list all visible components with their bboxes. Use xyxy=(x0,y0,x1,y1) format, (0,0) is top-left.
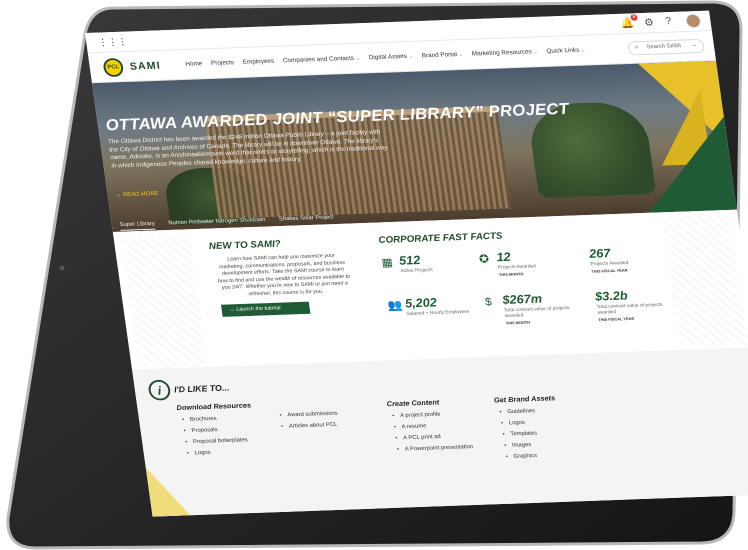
new-to-sami: NEW TO SAMI? Learn how SAMI can help you… xyxy=(208,237,355,317)
tablet-stage: ⋮⋮⋮ 🔔 9 ⚙ ? PCL SAMI Home Projects Emplo… xyxy=(0,0,748,550)
fact-sub: THIS FISCAL YEAR xyxy=(598,316,635,323)
brand-title: Get Brand Assets xyxy=(493,393,556,405)
green-shape xyxy=(636,116,737,213)
launch-tutorial-button[interactable]: → Launch the tutorial xyxy=(220,301,311,317)
link-proposal-boilerplates[interactable]: Proposal boilerplates xyxy=(187,437,256,445)
intro-section: NEW TO SAMI? Learn how SAMI can help you… xyxy=(112,209,748,370)
link-print-ad[interactable]: A PCL print ad xyxy=(397,433,472,441)
link-project-profile[interactable]: A project profile xyxy=(394,411,469,419)
link-award-submissions[interactable]: Award submissions xyxy=(281,411,338,419)
notification-badge: 9 xyxy=(630,14,638,21)
fact-value: 512 xyxy=(398,252,422,268)
nav-links: Home Projects Employees Companies and Co… xyxy=(185,47,586,68)
search-input[interactable]: ⌕ Search SAMI → xyxy=(627,38,706,56)
link-guidelines[interactable]: Guidelines xyxy=(501,408,557,416)
create-title: Create Content xyxy=(386,397,440,409)
new-to-sami-title: NEW TO SAMI? xyxy=(208,239,282,252)
link-templates[interactable]: Templates xyxy=(504,430,560,438)
brand-name[interactable]: SAMI xyxy=(129,60,161,72)
hero-banner: OTTAWA AWARDED JOINT “SUPER LIBRARY” PRO… xyxy=(92,60,737,233)
people-icon: 👥 xyxy=(386,298,404,312)
fact-item: $ $267m Total contract value of projects… xyxy=(484,290,572,325)
building-icon: ▦ xyxy=(380,255,394,270)
nav-home[interactable]: Home xyxy=(185,61,203,68)
fast-facts-title: CORPORATE FAST FACTS xyxy=(377,231,504,246)
fact-value: $267m xyxy=(501,291,543,307)
gear-icon[interactable]: ⚙ xyxy=(643,16,654,29)
arrow-right-icon[interactable]: → xyxy=(690,42,698,49)
brand-assets: Get Brand Assets Guidelines Logos Templa… xyxy=(493,394,564,466)
fact-label: Total contract value of projects awarded xyxy=(503,305,571,319)
nav-digital-assets[interactable]: Digital Assets⌄ xyxy=(368,53,413,61)
fact-item: 267 Projects Awarded THIS FISCAL YEAR xyxy=(571,244,659,274)
link-logos[interactable]: Logos xyxy=(188,448,257,456)
pattern-decoration xyxy=(661,215,748,349)
fact-sub: THIS MONTH xyxy=(498,271,524,278)
nav-projects[interactable]: Projects xyxy=(211,59,235,66)
fact-value: 12 xyxy=(495,249,512,265)
pattern-decoration xyxy=(121,234,208,368)
link-resume[interactable]: A resume xyxy=(396,422,471,430)
fact-value: 5,202 xyxy=(404,295,438,311)
screen: ⋮⋮⋮ 🔔 9 ⚙ ? PCL SAMI Home Projects Emplo… xyxy=(85,10,748,517)
link-proposals[interactable]: Proposals xyxy=(185,426,254,434)
fact-sub: THIS MONTH xyxy=(505,319,531,326)
fact-sub: THIS FISCAL YEAR xyxy=(591,267,628,274)
nav-employees[interactable]: Employees xyxy=(242,58,274,66)
info-icon: i xyxy=(147,379,172,401)
pcl-logo[interactable]: PCL xyxy=(102,57,125,78)
fact-item: ▦ 512 Active Projects xyxy=(380,251,468,274)
new-to-sami-body: Learn how SAMI can help you maximize you… xyxy=(217,253,351,297)
fact-item: ✪ 12 Projects Awarded THIS MONTH xyxy=(478,248,566,277)
nav-companies[interactable]: Companies and Contacts⌄ xyxy=(282,55,360,64)
yellow-shape xyxy=(145,465,192,517)
read-more-link[interactable]: → READ MORE xyxy=(115,191,159,198)
create-content: Create Content A project profile A resum… xyxy=(386,397,474,458)
screen-wrap: ⋮⋮⋮ 🔔 9 ⚙ ? PCL SAMI Home Projects Emplo… xyxy=(0,0,748,550)
fact-value: 267 xyxy=(588,245,612,261)
money-hand-icon: $ xyxy=(484,295,493,309)
download-resources-2: Award submissions Articles about PCL xyxy=(275,411,340,436)
chevron-down-icon: ⌄ xyxy=(533,49,539,56)
link-brochures[interactable]: Brochures xyxy=(184,415,253,423)
like-to-title: I'D LIKE TO... xyxy=(173,383,230,395)
chevron-down-icon: ⌄ xyxy=(355,55,361,62)
help-icon[interactable]: ? xyxy=(665,16,673,27)
nav-brand-portal[interactable]: Brand Portal⌄ xyxy=(421,51,463,59)
chevron-down-icon: ⌄ xyxy=(408,53,414,60)
hero-tab-super-library[interactable]: Super Library xyxy=(119,221,156,231)
app-grid-icon[interactable]: ⋮⋮⋮ xyxy=(97,37,128,48)
download-title: Download Resources xyxy=(176,400,252,412)
link-images[interactable]: Images xyxy=(506,441,562,449)
nav-quick-links[interactable]: Quick Links⌄ xyxy=(546,47,586,55)
fast-facts: CORPORATE FAST FACTS ▦ 512 Active Projec… xyxy=(377,225,672,325)
avatar[interactable] xyxy=(685,13,702,29)
nav-marketing[interactable]: Marketing Resources⌄ xyxy=(471,49,538,58)
search-icon: ⌕ xyxy=(634,43,640,51)
award-icon: ✪ xyxy=(478,252,490,266)
search-placeholder: Search SAMI xyxy=(646,43,682,51)
fact-value: $3.2b xyxy=(594,288,629,304)
link-powerpoint[interactable]: A Powerpoint presentation xyxy=(399,444,473,452)
link-graphics[interactable]: Graphics xyxy=(507,452,563,460)
fact-item: $3.2b Total contract value of projects a… xyxy=(577,287,665,322)
fact-item: 👥 5,202 Salaried + Hourly Employees xyxy=(386,294,474,317)
quick-actions-section: i I'D LIKE TO... Download Resources Broc… xyxy=(132,347,748,517)
link-articles[interactable]: Articles about PCL xyxy=(283,422,340,430)
fact-label: Total contract value of projects awarded xyxy=(596,302,663,316)
chevron-down-icon: ⌄ xyxy=(458,52,464,58)
download-resources: Download Resources Brochures Proposals P… xyxy=(176,401,259,462)
chevron-down-icon: ⌄ xyxy=(580,47,586,54)
link-brand-logos[interactable]: Logos xyxy=(503,419,559,427)
